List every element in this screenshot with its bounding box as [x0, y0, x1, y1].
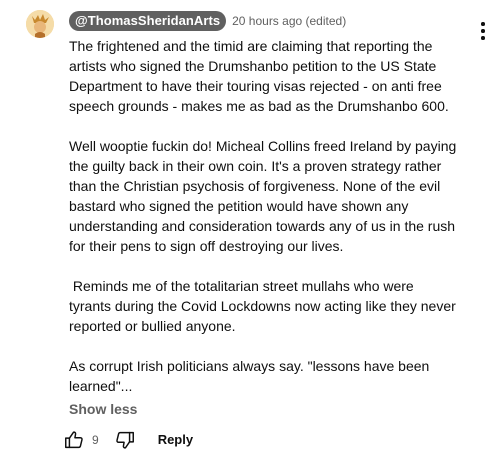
reply-button[interactable]: Reply — [158, 428, 193, 452]
comment-paragraph: As corrupt Irish politicians always say.… — [69, 358, 434, 394]
comment-paragraph: The frightened and the timid are claimin… — [69, 38, 449, 114]
dislike-button[interactable] — [113, 428, 137, 452]
comment-timestamp[interactable]: 20 hours ago (edited) — [232, 12, 346, 30]
more-vert-icon[interactable] — [478, 22, 488, 42]
like-count: 9 — [92, 433, 99, 447]
avatar[interactable] — [26, 10, 54, 38]
comment-actions: 9 Reply — [62, 428, 193, 452]
comment-header: @ThomasSheridanArts 20 hours ago (edited… — [69, 11, 346, 31]
author-name[interactable]: @ThomasSheridanArts — [69, 11, 227, 31]
like-button[interactable] — [62, 428, 86, 452]
show-less-button[interactable]: Show less — [69, 399, 137, 419]
comment-paragraph: Reminds me of the totalitarian street mu… — [69, 278, 460, 334]
thumb-down-icon — [115, 431, 134, 449]
comment-body: The frightened and the timid are claimin… — [69, 36, 459, 396]
thumb-up-icon — [65, 431, 83, 449]
comment-paragraph: Well wooptie fuckin do! Micheal Collins … — [69, 138, 461, 254]
